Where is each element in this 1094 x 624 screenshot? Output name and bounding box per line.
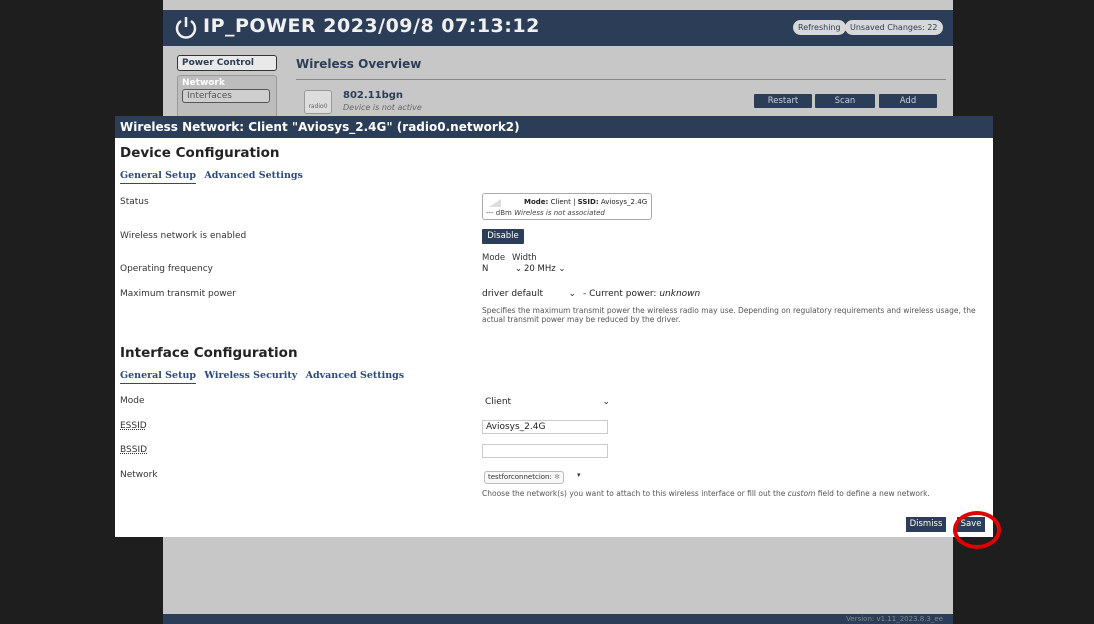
network-desc-custom: custom: [787, 489, 816, 498]
tab-advanced-settings[interactable]: Advanced Settings: [306, 370, 405, 381]
app-header: IP_POWER 2023/09/8 07:13:12 Refreshing U…: [163, 10, 953, 46]
status-mode: Client: [550, 198, 571, 206]
power-icon: [175, 17, 197, 39]
chevron-down-icon[interactable]: ▾: [577, 471, 581, 479]
mode-select-value: Client: [485, 397, 512, 407]
status-ssid-label: SSID:: [577, 198, 599, 206]
status-mode-label: Mode:: [524, 198, 549, 206]
essid-input[interactable]: Aviosys_2.4G: [482, 420, 608, 434]
network-description: Choose the network(s) you want to attach…: [482, 489, 930, 498]
sidebar-item-network[interactable]: Network Interfaces: [177, 75, 277, 121]
radio-icon: radio0: [304, 90, 332, 114]
chevron-down-icon: ⌄: [568, 289, 576, 299]
sidebar-item-network-label: Network: [182, 78, 225, 88]
sidebar-item-power-control[interactable]: Power Control: [177, 55, 277, 71]
chevron-down-icon: ⌄: [514, 264, 522, 274]
power-select[interactable]: driver default ⌄: [482, 289, 580, 299]
app-title: IP_POWER 2023/09/8 07:13:12: [203, 15, 540, 37]
power-description: Specifies the maximum transmit power the…: [482, 306, 976, 324]
freq-width-label: Width: [512, 253, 537, 263]
status-ssid: Aviosys_2.4G: [600, 198, 648, 206]
divider: [296, 79, 946, 80]
unsaved-changes-badge[interactable]: Unsaved Changes: 22: [845, 20, 943, 35]
mode-select[interactable]: Client ⌄: [482, 396, 612, 410]
sidebar: Power Control Network Interfaces: [177, 55, 277, 121]
status-label: Status: [120, 197, 149, 207]
freq-mode-label: Mode: [482, 253, 506, 263]
tab-advanced-settings[interactable]: Advanced Settings: [204, 170, 303, 181]
bssid-label: BSSID: [120, 445, 148, 455]
status-assoc: Wireless is not associated: [514, 209, 605, 217]
radio-status: Device is not active: [343, 103, 422, 112]
network-label: Network: [120, 470, 158, 480]
chevron-down-icon: ⌄: [558, 264, 566, 274]
frequency-label: Operating frequency: [120, 264, 213, 274]
freq-width-select[interactable]: 20 MHz ⌄: [524, 264, 566, 274]
current-power-value: unknown: [659, 289, 701, 299]
mode-label: Mode: [120, 396, 145, 406]
radio-name: 802.11bgn: [343, 90, 404, 101]
freq-width-value: 20 MHz: [524, 264, 556, 274]
network-desc-text-end: field to define a new network.: [815, 489, 930, 498]
disable-button[interactable]: Disable: [482, 229, 524, 244]
current-power-label: - Current power:: [583, 289, 657, 299]
status-mode-line: Mode: Client | SSID: Aviosys_2.4G: [524, 198, 648, 206]
scan-button[interactable]: Scan: [815, 94, 875, 108]
wireless-network-modal: Wireless Network: Client "Aviosys_2.4G" …: [115, 116, 993, 537]
device-config-tabs: General Setup Advanced Settings: [120, 170, 308, 184]
restart-button[interactable]: Restart: [754, 94, 812, 108]
freq-mode-value: N: [482, 264, 489, 274]
signal-icon: [489, 199, 501, 207]
modal-title: Wireless Network: Client "Aviosys_2.4G" …: [115, 116, 993, 138]
device-config-heading: Device Configuration: [120, 145, 280, 161]
power-label: Maximum transmit power: [120, 289, 236, 299]
status-dbm: --- dBm: [486, 209, 512, 217]
essid-label: ESSID: [120, 421, 147, 431]
refreshing-badge: Refreshing: [793, 20, 846, 35]
network-select[interactable]: testforconnetcion: ✻: [484, 471, 564, 484]
network-value: testforconnetcion:: [488, 473, 552, 481]
interface-config-tabs: General Setup Wireless Security Advanced…: [120, 370, 409, 384]
current-power: - Current power: unknown: [583, 289, 700, 299]
version-text: Version: v1.11_2023.8.3_ee: [846, 615, 943, 623]
network-desc-text: Choose the network(s) you want to attach…: [482, 489, 788, 498]
status-box: Mode: Client | SSID: Aviosys_2.4G --- dB…: [482, 193, 652, 220]
sidebar-item-interfaces[interactable]: Interfaces: [182, 89, 270, 103]
footer: Version: v1.11_2023.8.3_ee: [163, 614, 953, 624]
wifi-icon: ✻: [554, 473, 560, 481]
tab-general-setup[interactable]: General Setup: [120, 170, 197, 184]
add-button[interactable]: Add: [879, 94, 937, 108]
enabled-label: Wireless network is enabled: [120, 231, 247, 241]
interface-config-heading: Interface Configuration: [120, 345, 298, 361]
freq-mode-select[interactable]: N ⌄: [482, 264, 524, 274]
tab-general-setup[interactable]: General Setup: [120, 370, 197, 384]
tab-wireless-security[interactable]: Wireless Security: [204, 370, 297, 381]
bssid-input[interactable]: [482, 444, 608, 458]
chevron-down-icon: ⌄: [602, 397, 610, 407]
page-title: Wireless Overview: [296, 57, 422, 71]
status-dbm-line: --- dBm Wireless is not associated: [486, 209, 605, 217]
power-select-value: driver default: [482, 289, 544, 299]
save-button[interactable]: Save: [957, 517, 985, 532]
dismiss-button[interactable]: Dismiss: [906, 517, 946, 532]
